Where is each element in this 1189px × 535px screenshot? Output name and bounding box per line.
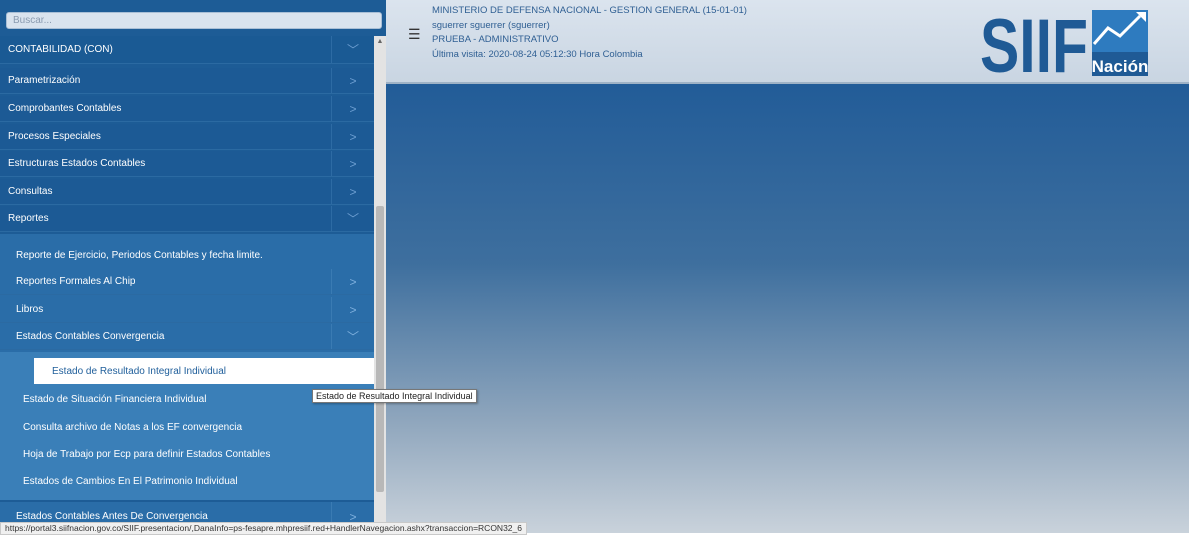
module-label: CONTABILIDAD (CON) [8, 44, 113, 55]
chevron-down-icon: ﹀ [331, 36, 374, 63]
scroll-thumb[interactable] [376, 206, 384, 492]
logo-text: SIIF [980, 6, 1088, 78]
menu-item-estados-convergencia[interactable]: Estados Contables Convergencia ﹀ [0, 324, 374, 350]
chevron-right-icon: > [331, 151, 374, 176]
menu-item-label: Hoja de Trabajo por Ecp para definir Est… [23, 448, 271, 460]
hamburger-menu-icon[interactable]: ☰ [408, 26, 421, 43]
entity-name: MINISTERIO DE DEFENSA NACIONAL - GESTION… [432, 5, 747, 16]
menu-item-hoja-trabajo[interactable]: Hoja de Trabajo por Ecp para definir Est… [0, 441, 374, 467]
top-header: ☰ MINISTERIO DE DEFENSA NACIONAL - GESTI… [386, 0, 1189, 84]
sidebar-menu: CONTABILIDAD (CON) ﹀ Parametrización > C… [0, 0, 386, 533]
menu-item-label: Estados de Cambios En El Patrimonio Indi… [23, 475, 238, 487]
menu-item-label: Estructuras Estados Contables [8, 158, 146, 169]
menu-item-label: Reporte de Ejercicio, Periodos Contables… [16, 249, 263, 261]
status-bar-url: https://portal3.siifnacion.gov.co/SIIF.p… [0, 522, 527, 535]
menu-item-label: Reportes [8, 213, 49, 224]
user-profile: PRUEBA - ADMINISTRATIVO [432, 34, 559, 45]
menu-item-label: Estados Contables Antes De Convergencia [16, 511, 208, 522]
menu-item-parametrizacion[interactable]: Parametrización > [0, 68, 374, 94]
chevron-down-icon: ﹀ [331, 206, 374, 231]
menu-item-label: Estados Contables Convergencia [16, 331, 165, 342]
chevron-right-icon: > [331, 269, 374, 294]
chevron-right-icon: > [331, 297, 374, 322]
chevron-right-icon: > [331, 68, 374, 93]
menu-item-estado-resultado[interactable]: Estado de Resultado Integral Individual [34, 358, 374, 384]
chevron-right-icon: > [331, 96, 374, 121]
search-input[interactable] [6, 12, 382, 29]
chevron-down-icon: ﹀ [331, 324, 374, 349]
menu-item-reportes[interactable]: Reportes ﹀ [0, 206, 374, 232]
user-name: sguerrer sguerrer (sguerrer) [432, 20, 550, 31]
menu-item-comprobantes[interactable]: Comprobantes Contables > [0, 96, 374, 122]
menu-item-reporte-ejercicio[interactable]: Reporte de Ejercicio, Periodos Contables… [0, 242, 374, 268]
menu-item-label: Consultas [8, 186, 53, 197]
logo-subtext: Nación [1092, 57, 1149, 76]
menu-item-consulta-notas[interactable]: Consulta archivo de Notas a los EF conve… [0, 414, 374, 440]
menu-item-label: Estado de Resultado Integral Individual [52, 365, 227, 377]
siif-nacion-logo: SIIF Nación [980, 6, 1149, 78]
menu-item-consultas[interactable]: Consultas > [0, 179, 374, 205]
tooltip: Estado de Resultado Integral Individual [312, 389, 477, 403]
sidebar-scrollbar[interactable]: ▲ [374, 36, 386, 533]
menu-item-label: Procesos Especiales [8, 131, 101, 142]
main-content [386, 84, 1189, 533]
menu-item-label: Libros [16, 304, 44, 315]
menu-item-label: Reportes Formales Al Chip [16, 276, 136, 287]
chevron-right-icon: > [331, 124, 374, 149]
menu-item-label: Comprobantes Contables [8, 103, 122, 114]
scroll-up-arrow-icon[interactable]: ▲ [376, 38, 384, 46]
menu-item-label: Parametrización [8, 75, 81, 86]
menu-item-cambios-patrimonio[interactable]: Estados de Cambios En El Patrimonio Indi… [0, 468, 374, 494]
menu-item-label: Consulta archivo de Notas a los EF conve… [23, 421, 243, 433]
last-visit: Última visita: 2020-08-24 05:12:30 Hora … [432, 49, 643, 60]
menu-item-libros[interactable]: Libros > [0, 297, 374, 323]
menu-item-procesos[interactable]: Procesos Especiales > [0, 124, 374, 150]
module-selector[interactable]: CONTABILIDAD (CON) ﹀ [0, 36, 374, 64]
chevron-right-icon: > [331, 179, 374, 204]
menu-item-reportes-formales[interactable]: Reportes Formales Al Chip > [0, 269, 374, 295]
menu-item-estructuras[interactable]: Estructuras Estados Contables > [0, 151, 374, 177]
